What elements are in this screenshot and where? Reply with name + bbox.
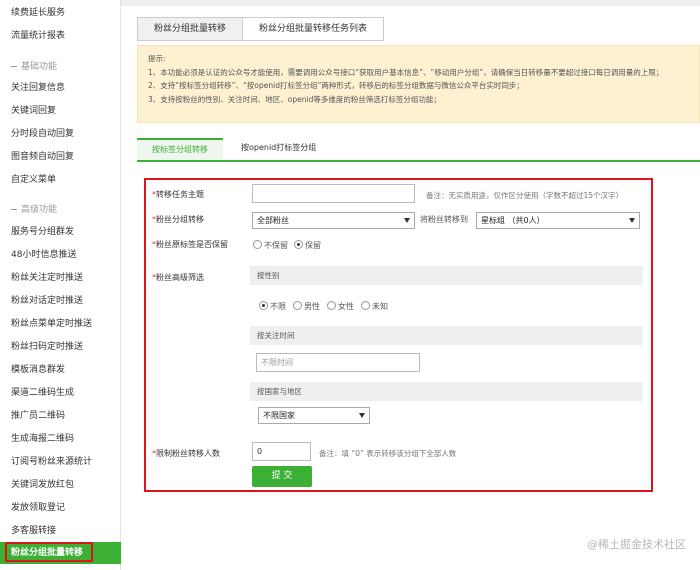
sidebar-item-follow-push[interactable]: 粉丝关注定时推送	[0, 267, 121, 289]
sidebar-item-fans-source[interactable]: 订阅号粉丝来源统计	[0, 451, 121, 473]
limit-count-input[interactable]: 0	[252, 442, 311, 461]
tips-line: 3、支持按粉丝的性别、关注时间、地区、openid等多维度的粉丝筛选打标签分组功…	[148, 94, 441, 104]
country-select[interactable]: 不限国家	[258, 407, 370, 424]
highlight-frame	[5, 542, 93, 562]
tab-batch-transfer[interactable]: 粉丝分组批量转移	[137, 17, 244, 41]
sidebar-section-label: 高级功能	[21, 205, 58, 215]
gender-unknown-radio[interactable]: 未知	[361, 301, 388, 312]
move-to-label: 将粉丝转移到	[420, 215, 468, 224]
sidebar-item-menu-push[interactable]: 粉丝点菜单定时推送	[0, 313, 121, 335]
radio-checked-icon	[259, 301, 268, 310]
target-group-select[interactable]: 星标组 （共0人）	[476, 212, 640, 229]
tips-title: 提示:	[148, 54, 166, 63]
collapse-icon	[11, 209, 17, 210]
subtab-by-openid[interactable]: 按openid打标签分组	[241, 138, 316, 160]
group-transfer-label: *粉丝分组转移	[152, 215, 204, 224]
gender-female-radio[interactable]: 女性	[327, 301, 354, 312]
tips-line: 2、支持“按标签分组转移”、“按openid打标签分组”两种形式，转移后的标签分…	[148, 81, 524, 90]
sidebar: 续费延长服务 流量统计报表 基础功能 关注回复信息 关键词回复 分时段自动回复 …	[0, 0, 121, 570]
region-filter-bar: 按国家与地区	[250, 382, 643, 401]
gender-male-radio[interactable]: 男性	[293, 301, 320, 312]
sidebar-item-channel-qrcode[interactable]: 渠道二维码生成	[0, 382, 121, 404]
chevron-down-icon	[404, 218, 410, 223]
task-subject-input[interactable]	[252, 184, 415, 203]
tips-panel: 提示: 1、本功能必须是认证的公众号才能使用，需要调用公众号接口“获取用户基本信…	[137, 45, 700, 123]
collapse-icon	[11, 66, 17, 67]
sidebar-item-media-reply[interactable]: 图音频自动回复	[0, 146, 121, 168]
sidebar-item-template-broadcast[interactable]: 模板消息群发	[0, 359, 121, 381]
sidebar-item-timed-reply[interactable]: 分时段自动回复	[0, 123, 121, 145]
follow-time-input[interactable]: 不限时间	[256, 353, 420, 372]
radio-icon	[327, 301, 336, 310]
top-strip	[121, 0, 700, 6]
radio-checked-icon	[294, 240, 303, 249]
limit-count-label: *限制粉丝转移人数	[152, 449, 220, 458]
sidebar-item-scan-push[interactable]: 粉丝扫码定时推送	[0, 336, 121, 358]
tips-line: 1、本功能必须是认证的公众号才能使用，需要调用公众号接口“获取用户基本信息”、“…	[148, 67, 664, 77]
keep-tag-yes-radio[interactable]: 保留	[294, 240, 321, 251]
subtab-by-tag-group[interactable]: 按标签分组转移	[137, 138, 223, 160]
task-subject-label: *转移任务主题	[152, 190, 204, 199]
sidebar-item-promoter-qrcode[interactable]: 推广员二维码	[0, 405, 121, 427]
advanced-filter-label: *粉丝高级筛选	[152, 273, 204, 282]
sidebar-item-renew[interactable]: 续费延长服务	[0, 2, 121, 24]
keep-tag-label: *粉丝原标签是否保留	[152, 240, 228, 249]
submit-button[interactable]: 提 交	[252, 466, 312, 487]
watermark: @稀土掘金技术社区	[587, 538, 686, 551]
chevron-down-icon	[359, 413, 365, 418]
sidebar-section-advanced[interactable]: 高级功能	[0, 201, 121, 219]
sidebar-item-follow-reply[interactable]: 关注回复信息	[0, 77, 121, 99]
sidebar-item-claim-register[interactable]: 发放领取登记	[0, 497, 121, 519]
sidebar-item-poster-qrcode[interactable]: 生成海报二维码	[0, 428, 121, 450]
sidebar-section-label: 基础功能	[21, 62, 58, 72]
limit-count-note: 备注：填 “0” 表示转移该分组下全部人数	[319, 449, 457, 458]
tab-transfer-task-list[interactable]: 粉丝分组批量转移任务列表	[243, 17, 385, 41]
keep-tag-no-radio[interactable]: 不保留	[253, 240, 288, 251]
sub-tabs: 按标签分组转移 按openid打标签分组	[137, 138, 700, 162]
follow-time-filter-bar: 按关注时间	[250, 326, 643, 345]
sidebar-item-keyword-redpack[interactable]: 关键词发放红包	[0, 474, 121, 496]
sidebar-item-multi-service[interactable]: 多客服转接	[0, 520, 121, 542]
main-tabs: 粉丝分组批量转移 粉丝分组批量转移任务列表	[137, 17, 385, 41]
app-root: 续费延长服务 流量统计报表 基础功能 关注回复信息 关键词回复 分时段自动回复 …	[0, 0, 700, 570]
task-subject-note: 备注：无实质用途，仅作区分使用（字数不超过15个汉字）	[426, 191, 624, 200]
radio-icon	[253, 240, 262, 249]
sidebar-item-chat-push[interactable]: 粉丝对话定时推送	[0, 290, 121, 312]
sidebar-item-keyword-reply[interactable]: 关键词回复	[0, 100, 121, 122]
gender-filter-bar: 按性别	[250, 266, 643, 285]
sidebar-item-group-broadcast[interactable]: 服务号分组群发	[0, 221, 121, 243]
chevron-down-icon	[629, 218, 635, 223]
sidebar-item-traffic-report[interactable]: 流量统计报表	[0, 25, 121, 47]
sidebar-section-basic[interactable]: 基础功能	[0, 58, 121, 76]
gender-any-radio[interactable]: 不限	[259, 301, 286, 312]
sidebar-item-custom-menu[interactable]: 自定义菜单	[0, 169, 121, 191]
radio-icon	[361, 301, 370, 310]
sidebar-item-48h-push[interactable]: 48小时信息推送	[0, 244, 121, 266]
source-group-select[interactable]: 全部粉丝	[252, 212, 415, 229]
radio-icon	[293, 301, 302, 310]
